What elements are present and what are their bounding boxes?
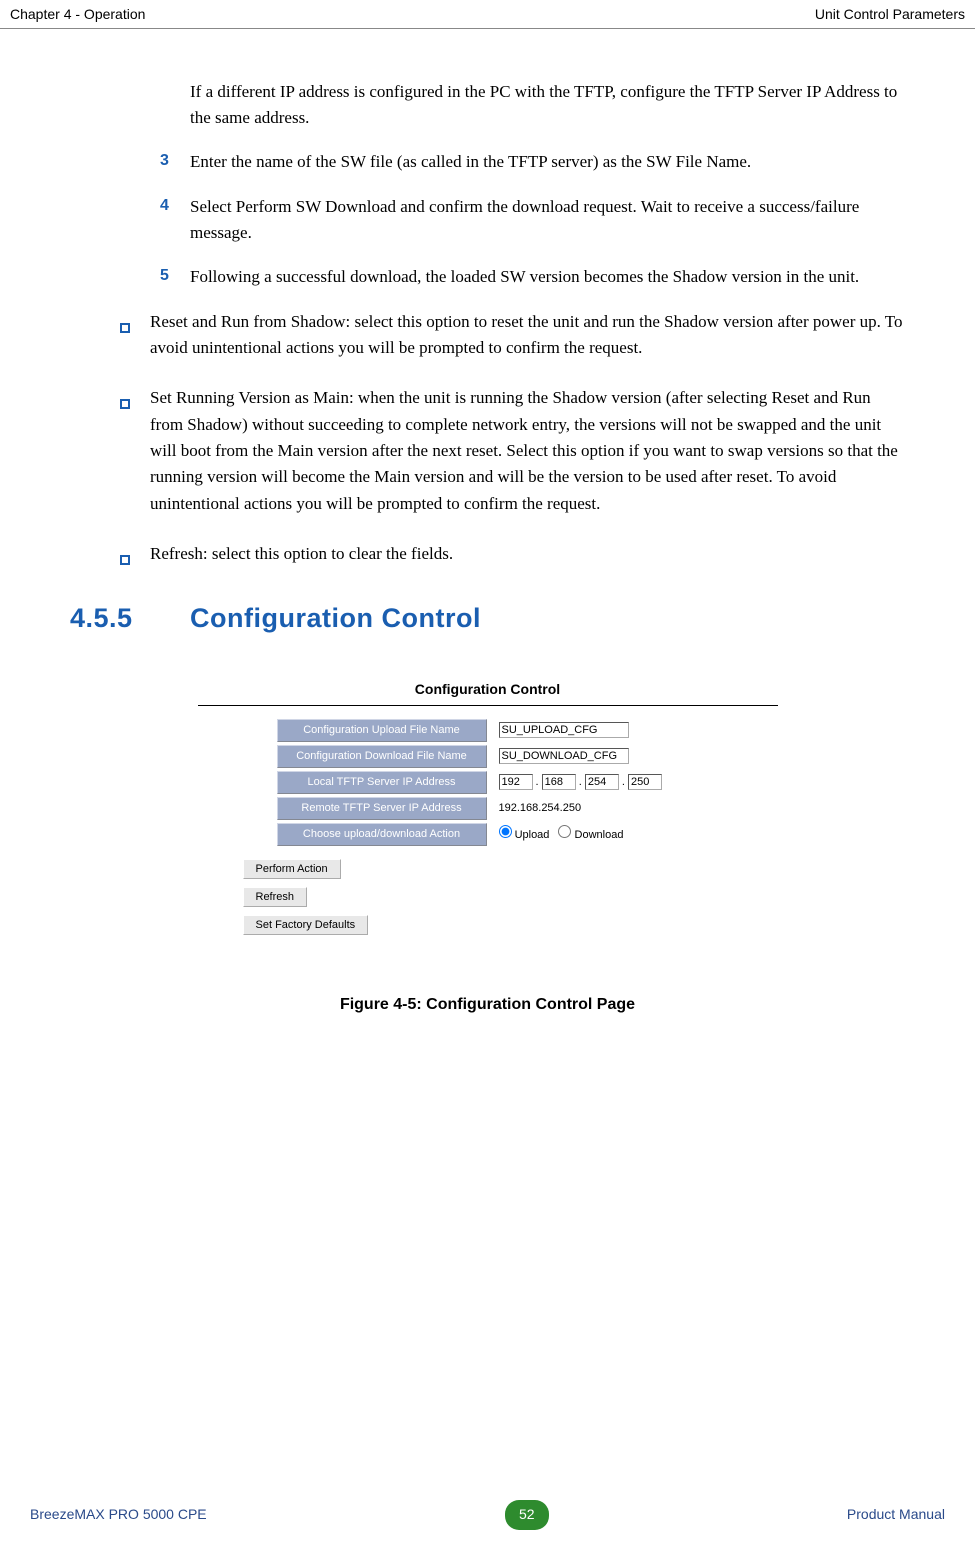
refresh-button[interactable]: Refresh bbox=[243, 887, 308, 907]
bullet-text: Set Running Version as Main: when the un… bbox=[150, 385, 905, 517]
step-number: 5 bbox=[160, 264, 190, 290]
row-local-ip: Local TFTP Server IP Address . . . bbox=[277, 771, 699, 794]
label-choose-action: Choose upload/download Action bbox=[277, 823, 487, 846]
label-upload-name: Configuration Upload File Name bbox=[277, 719, 487, 742]
square-bullet-icon bbox=[120, 309, 150, 362]
step-number: 4 bbox=[160, 194, 190, 247]
page-header: Chapter 4 - Operation Unit Control Param… bbox=[0, 0, 975, 29]
page-content: If a different IP address is configured … bbox=[0, 29, 975, 1038]
footer-right: Product Manual bbox=[847, 1504, 945, 1526]
section-heading: 4.5.5 Configuration Control bbox=[70, 598, 905, 640]
section-number: 4.5.5 bbox=[70, 598, 190, 640]
bullet-reset-run-shadow: Reset and Run from Shadow: select this o… bbox=[120, 309, 905, 362]
bullet-text: Reset and Run from Shadow: select this o… bbox=[150, 309, 905, 362]
config-table: Configuration Upload File Name Configura… bbox=[275, 716, 701, 849]
page-footer: BreezeMAX PRO 5000 CPE 52 Product Manual bbox=[0, 1500, 975, 1530]
bullet-text: Refresh: select this option to clear the… bbox=[150, 541, 905, 573]
header-right: Unit Control Parameters bbox=[815, 4, 965, 26]
input-local-ip-oct2[interactable] bbox=[542, 774, 576, 790]
section-title: Configuration Control bbox=[190, 598, 481, 640]
square-bullet-icon bbox=[120, 385, 150, 517]
step-text: Enter the name of the SW file (as called… bbox=[190, 149, 905, 175]
row-upload-name: Configuration Upload File Name bbox=[277, 719, 699, 742]
bullet-refresh: Refresh: select this option to clear the… bbox=[120, 541, 905, 573]
figure-4-5: Configuration Control Configuration Uplo… bbox=[70, 679, 905, 1018]
input-local-ip-oct4[interactable] bbox=[628, 774, 662, 790]
figure-panel: Configuration Control Configuration Uplo… bbox=[198, 679, 778, 943]
input-upload-name[interactable] bbox=[499, 722, 629, 738]
header-left: Chapter 4 - Operation bbox=[10, 4, 145, 26]
step-4: 4 Select Perform SW Download and confirm… bbox=[160, 194, 905, 247]
step-3: 3 Enter the name of the SW file (as call… bbox=[160, 149, 905, 175]
intro-paragraph: If a different IP address is configured … bbox=[190, 79, 905, 132]
figure-heading: Configuration Control bbox=[198, 679, 778, 706]
radio-download-label: Download bbox=[575, 829, 624, 841]
row-download-name: Configuration Download File Name bbox=[277, 745, 699, 768]
step-5: 5 Following a successful download, the l… bbox=[160, 264, 905, 290]
figure-caption: Figure 4-5: Configuration Control Page bbox=[70, 993, 905, 1018]
step-text: Following a successful download, the loa… bbox=[190, 264, 905, 290]
radio-upload[interactable] bbox=[499, 825, 512, 838]
radio-download[interactable] bbox=[558, 825, 571, 838]
page-number-badge: 52 bbox=[505, 1500, 549, 1530]
row-remote-ip: Remote TFTP Server IP Address 192.168.25… bbox=[277, 797, 699, 820]
set-factory-defaults-button[interactable]: Set Factory Defaults bbox=[243, 915, 369, 935]
label-remote-ip: Remote TFTP Server IP Address bbox=[277, 797, 487, 820]
bullet-set-running-main: Set Running Version as Main: when the un… bbox=[120, 385, 905, 517]
step-text: Select Perform SW Download and confirm t… bbox=[190, 194, 905, 247]
row-choose-action: Choose upload/download Action Upload Dow… bbox=[277, 823, 699, 846]
input-local-ip-oct1[interactable] bbox=[499, 774, 533, 790]
value-remote-ip: 192.168.254.250 bbox=[489, 797, 699, 820]
label-local-ip: Local TFTP Server IP Address bbox=[277, 771, 487, 794]
perform-action-button[interactable]: Perform Action bbox=[243, 859, 341, 879]
input-local-ip-oct3[interactable] bbox=[585, 774, 619, 790]
label-download-name: Configuration Download File Name bbox=[277, 745, 487, 768]
input-download-name[interactable] bbox=[499, 748, 629, 764]
step-number: 3 bbox=[160, 149, 190, 175]
footer-left: BreezeMAX PRO 5000 CPE bbox=[30, 1504, 207, 1526]
square-bullet-icon bbox=[120, 541, 150, 573]
radio-upload-label: Upload bbox=[515, 829, 550, 841]
